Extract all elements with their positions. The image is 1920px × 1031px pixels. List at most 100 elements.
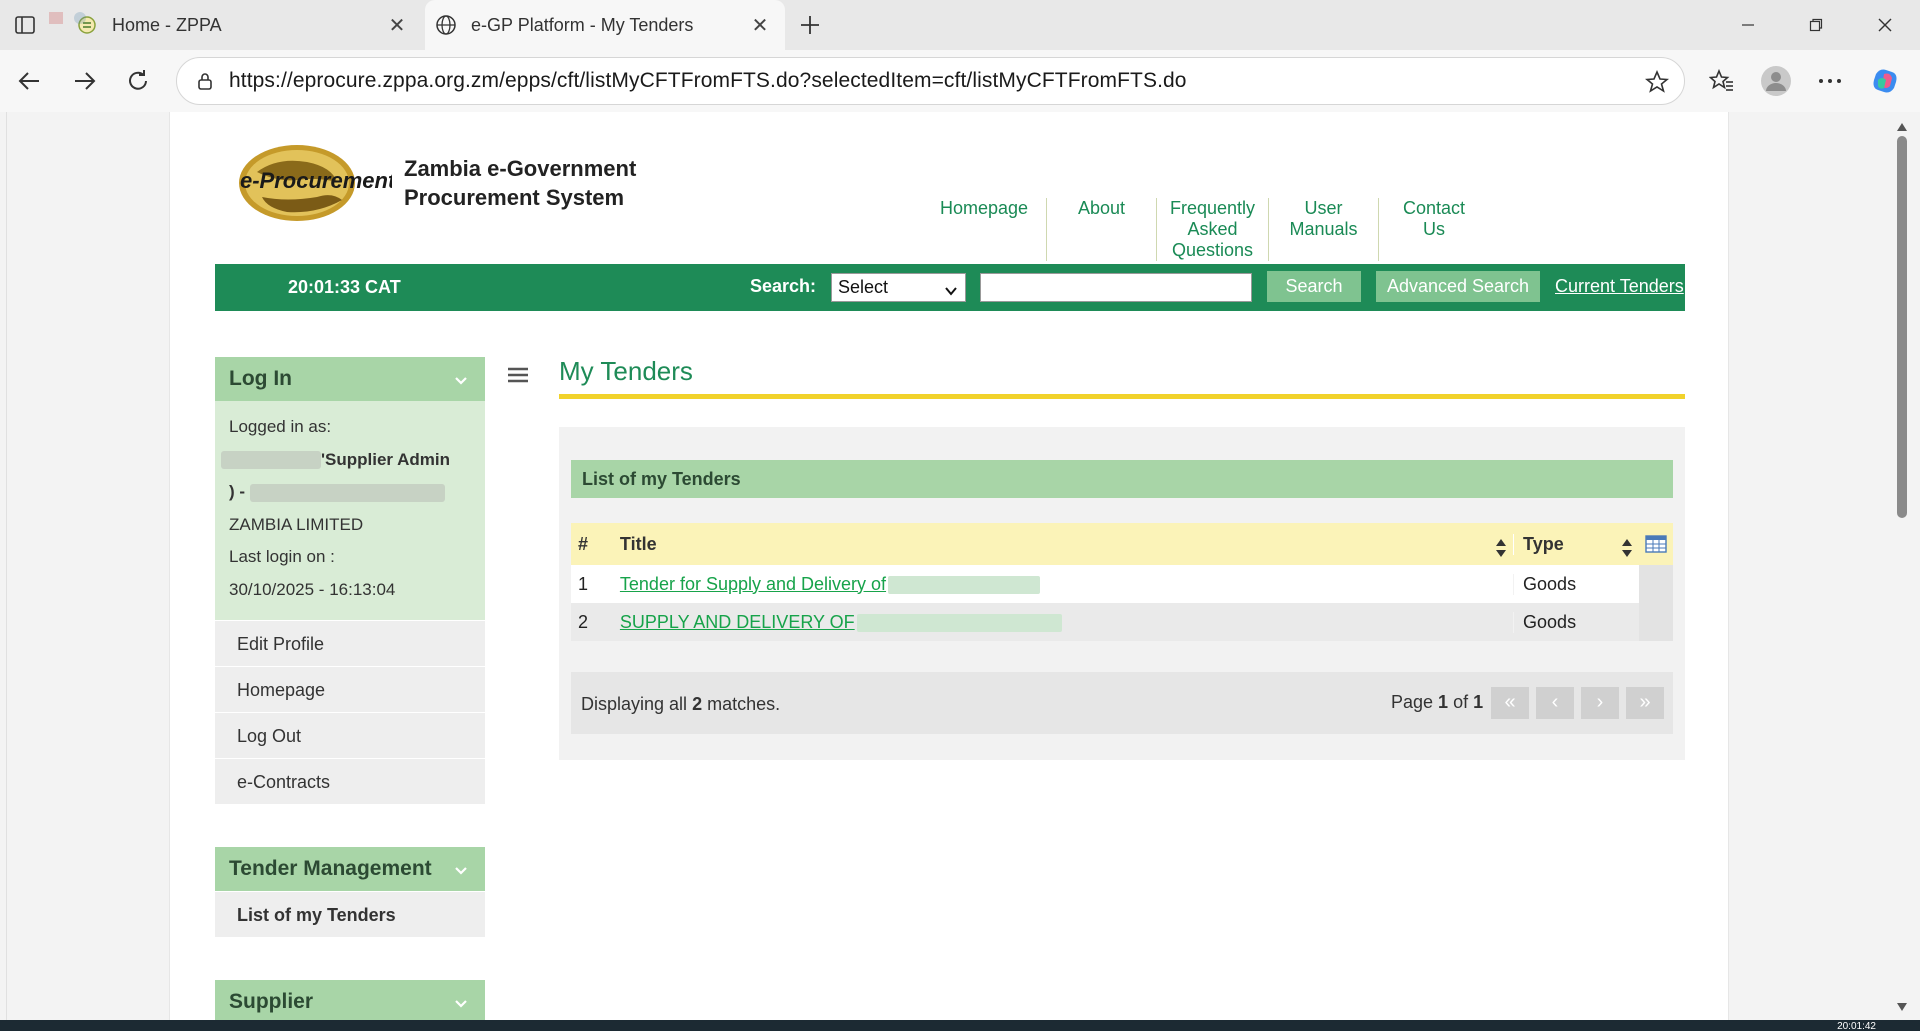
search-input[interactable] <box>980 273 1252 302</box>
sidebar-item-list-of-my-tenders[interactable]: List of my Tenders <box>215 891 485 937</box>
tab-title: e-GP Platform - My Tenders <box>471 14 694 35</box>
column-settings-icon[interactable] <box>1639 535 1673 553</box>
scroll-thumb[interactable] <box>1897 136 1907 518</box>
url-text[interactable]: https://eprocure.zppa.org.zm/epps/cft/li… <box>229 69 1187 93</box>
current-tenders-link[interactable]: Current Tenders <box>1555 276 1684 297</box>
sidebar-item-edit-profile[interactable]: Edit Profile <box>215 620 485 666</box>
nav-contact-us[interactable]: Contact Us <box>1379 198 1489 261</box>
sort-icon[interactable] <box>1495 538 1507 558</box>
advanced-search-button[interactable]: Advanced Search <box>1376 271 1540 302</box>
new-tab-icon[interactable] <box>795 10 825 40</box>
last-login-value: 30/10/2025 - 16:13:04 <box>229 579 396 599</box>
sidebar-item-homepage[interactable]: Homepage <box>215 666 485 712</box>
os-taskbar: 20:01:42 <box>0 1020 1920 1031</box>
sort-icon[interactable] <box>1621 538 1633 558</box>
tender-link[interactable]: SUPPLY AND DELIVERY OF <box>620 612 855 632</box>
chevron-down-icon <box>453 994 469 1010</box>
supplier-label: Supplier <box>229 990 314 1013</box>
hamburger-menu-icon[interactable] <box>505 364 531 386</box>
globe-icon <box>435 14 457 36</box>
redacted-company <box>249 483 445 502</box>
last-page-button[interactable]: » <box>1626 687 1664 719</box>
minimize-icon[interactable] <box>1713 0 1783 50</box>
tab-egp-my-tenders[interactable]: e-GP Platform - My Tenders ✕ <box>425 0 785 50</box>
redacted-name <box>221 451 321 470</box>
chevron-down-icon <box>453 371 469 387</box>
column-header-type[interactable]: Type <box>1513 533 1639 558</box>
tender-management-label: Tender Management <box>229 857 432 880</box>
search-button[interactable]: Search <box>1267 271 1361 302</box>
pagination-bar: Displaying all 2 matches. Page 1 of 1 « … <box>571 672 1673 734</box>
login-info: Logged in as: 'Supplier Admin ) - ZAMBIA… <box>215 401 485 620</box>
chevron-down-icon <box>453 861 469 877</box>
favorite-star-icon[interactable] <box>1644 69 1670 95</box>
tab-actions-icon[interactable] <box>10 10 40 40</box>
page-current: 1 <box>1438 692 1449 712</box>
column-header-title-label: Title <box>619 533 657 554</box>
role-label: 'Supplier Admin <box>321 449 451 469</box>
site-title-line1: Zambia e-Government <box>404 156 637 181</box>
nav-about[interactable]: About <box>1047 198 1157 261</box>
summary-prefix: Displaying all <box>581 694 693 714</box>
site-title: Zambia e-Government Procurement System <box>404 154 636 212</box>
page-indicator: Page 1 of 1 <box>1391 692 1483 713</box>
row-title: SUPPLY AND DELIVERY OF <box>611 612 1513 633</box>
nav-faq[interactable]: Frequently Asked Questions <box>1157 198 1269 261</box>
sidebar-item-e-contracts[interactable]: e-Contracts <box>215 758 485 804</box>
nav-homepage[interactable]: Homepage <box>922 198 1047 261</box>
close-tab-icon[interactable]: ✕ <box>749 14 771 37</box>
panel-header: List of my Tenders <box>571 460 1673 498</box>
column-header-type-label: Type <box>1523 533 1564 554</box>
close-tab-icon[interactable]: ✕ <box>386 14 408 37</box>
prev-page-button[interactable]: ‹ <box>1536 687 1574 719</box>
page-total: 1 <box>1473 692 1484 712</box>
site-info-lock-icon[interactable] <box>193 69 217 93</box>
tender-link[interactable]: Tender for Supply and Delivery of <box>620 574 886 594</box>
browser-tab-bar: Home - ZPPA ✕ e-GP Platform - My Tenders… <box>0 0 1920 50</box>
forward-arrow-icon[interactable] <box>68 65 100 97</box>
first-page-button[interactable]: « <box>1491 687 1529 719</box>
sidebar-item-log-out[interactable]: Log Out <box>215 712 485 758</box>
login-section-header[interactable]: Log In <box>215 357 485 401</box>
copilot-icon[interactable] <box>1869 65 1901 97</box>
sidebar: Log In Logged in as: 'Supplier Admin ) -… <box>215 357 485 1020</box>
eprocurement-logo[interactable]: e-Procurement <box>237 142 397 224</box>
supplier-header[interactable]: Supplier <box>215 980 485 1020</box>
row-title: Tender for Supply and Delivery of <box>611 574 1513 595</box>
nav-user-manuals[interactable]: User Manuals <box>1269 198 1379 261</box>
back-arrow-icon[interactable] <box>14 65 46 97</box>
sidebar-gap <box>215 937 485 980</box>
page-scrollbar[interactable] <box>1893 112 1911 1020</box>
profile-avatar-icon[interactable] <box>1760 65 1792 97</box>
sidebar-gap <box>215 804 485 847</box>
column-header-num: # <box>578 533 589 554</box>
paren-label: ) - <box>229 482 246 501</box>
row-number: 1 <box>578 573 589 594</box>
company-name: ZAMBIA LIMITED <box>229 514 364 534</box>
row-type: Goods <box>1513 611 1639 633</box>
restore-icon[interactable] <box>1781 0 1851 50</box>
page-prefix: Page <box>1391 692 1439 712</box>
column-header-title[interactable]: Title <box>611 533 1513 558</box>
clock: 20:01:33 CAT <box>288 277 401 297</box>
scroll-down-arrow-icon[interactable] <box>1897 998 1907 1011</box>
page-of: of <box>1448 692 1474 712</box>
row-type: Goods <box>1513 573 1639 595</box>
scroll-up-arrow-icon[interactable] <box>1897 118 1907 131</box>
search-type-select[interactable]: Select <box>831 273 966 302</box>
summary-count: 2 <box>692 694 703 714</box>
address-bar[interactable]: https://eprocure.zppa.org.zm/epps/cft/li… <box>176 57 1685 105</box>
last-login-label: Last login on : <box>229 547 335 566</box>
reload-icon[interactable] <box>122 65 154 97</box>
tender-management-header[interactable]: Tender Management <box>215 847 485 891</box>
login-header-label: Log In <box>229 367 292 390</box>
favorites-icon[interactable] <box>1706 65 1738 97</box>
next-page-button[interactable]: › <box>1581 687 1619 719</box>
row-spacer <box>1639 565 1673 603</box>
tab-home-zppa[interactable]: Home - ZPPA ✕ <box>49 0 422 50</box>
close-window-icon[interactable] <box>1850 0 1920 50</box>
redacted-text <box>856 613 1062 632</box>
more-options-icon[interactable] <box>1814 65 1846 97</box>
select-value: Select <box>838 277 889 297</box>
redacted-text <box>888 575 1041 594</box>
